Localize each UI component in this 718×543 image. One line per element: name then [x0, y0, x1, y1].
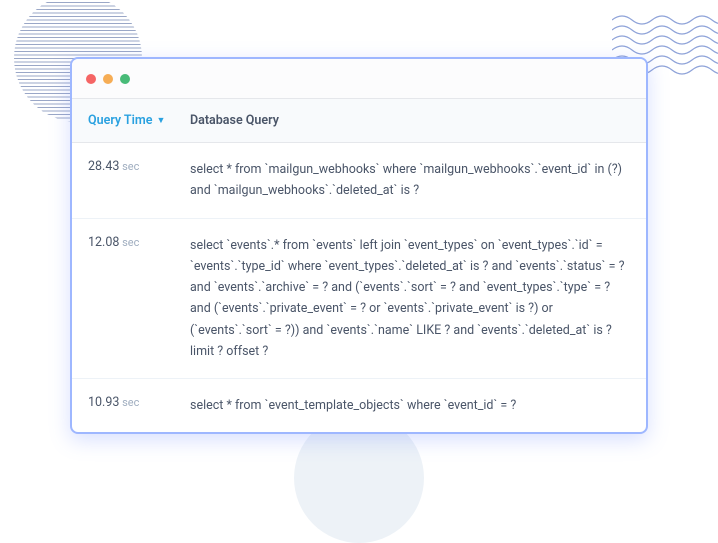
sort-descending-icon: ▼: [156, 115, 165, 126]
table-row: 28.43 secselect * from `mailgun_webhooks…: [72, 143, 646, 219]
table-row: 12.08 secselect `events`.* from `events`…: [72, 219, 646, 380]
query-time-value: 12.08: [88, 235, 119, 250]
table-header-row: Query Time ▼ Database Query: [72, 99, 646, 143]
query-time-unit: sec: [119, 236, 139, 249]
query-time-cell: 10.93 sec: [72, 379, 190, 432]
window-titlebar: [72, 59, 646, 99]
table-body: 28.43 secselect * from `mailgun_webhooks…: [72, 143, 646, 432]
query-results-window: Query Time ▼ Database Query 28.43 secsel…: [70, 57, 648, 434]
query-time-value: 28.43: [88, 159, 119, 174]
query-time-value: 10.93: [88, 395, 119, 410]
header-query-time-label: Query Time: [88, 113, 152, 128]
maximize-icon[interactable]: [120, 74, 130, 84]
minimize-icon[interactable]: [103, 74, 113, 84]
column-header-query-time[interactable]: Query Time ▼: [72, 99, 190, 142]
query-time-unit: sec: [119, 160, 139, 173]
close-icon[interactable]: [86, 74, 96, 84]
database-query-cell: select * from `event_template_objects` w…: [190, 379, 646, 432]
header-database-query-label: Database Query: [190, 113, 279, 128]
database-query-cell: select * from `mailgun_webhooks` where `…: [190, 143, 646, 218]
query-time-unit: sec: [119, 396, 139, 409]
query-time-cell: 12.08 sec: [72, 219, 190, 379]
database-query-cell: select `events`.* from `events` left joi…: [190, 219, 646, 379]
column-header-database-query[interactable]: Database Query: [190, 99, 646, 142]
table-row: 10.93 secselect * from `event_template_o…: [72, 379, 646, 432]
query-time-cell: 28.43 sec: [72, 143, 190, 218]
